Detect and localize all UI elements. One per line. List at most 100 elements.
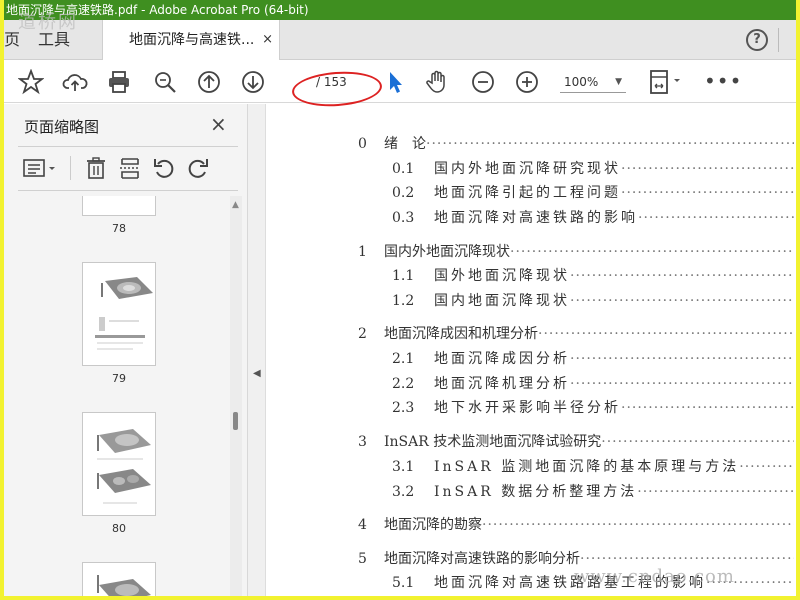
zoom-in-icon[interactable] [514, 69, 540, 95]
close-sidebar-icon[interactable]: × [210, 112, 227, 136]
toc-entry-number: 1 [358, 244, 367, 260]
options-menu-icon[interactable] [22, 156, 62, 180]
toc-entry[interactable]: 2.1 地面沉降成因分析·····························… [392, 349, 794, 369]
close-tab-icon[interactable]: × [262, 20, 273, 60]
toc-entry-number: 3 [358, 434, 367, 450]
zoom-select[interactable]: 100% ▼ [560, 71, 626, 93]
toc-entry-number: 1.1 [392, 268, 415, 284]
more-tools-icon[interactable]: ••• [704, 69, 742, 93]
toc-entry-title: 国内外地面沉降研究现状 [434, 161, 621, 177]
toolbar: / 153 100% ▼ ••• [4, 61, 796, 103]
toc-entry[interactable]: 4 地面沉降的勘察································… [358, 515, 794, 535]
chevron-down-icon: ▼ [615, 77, 622, 87]
toc-leader-dots: ········································… [621, 400, 794, 416]
toc-entry-title: 地面沉降机理分析 [434, 376, 570, 392]
zoom-search-icon[interactable] [152, 69, 178, 95]
toc-entry-number: 0.1 [392, 161, 415, 177]
toc-entry-title: 地面沉降对高速铁路的影响 [434, 210, 638, 226]
toc-entry[interactable]: 1.2 国内地面沉降现状·····························… [392, 291, 794, 311]
fit-page-icon[interactable] [648, 69, 688, 95]
toc-entry[interactable]: 2 地面沉降成因和机理分析····························… [358, 324, 794, 344]
toc-entry[interactable]: 3 InSAR 技术监测地面沉降试验研究·····················… [358, 432, 794, 452]
toc-entry-title: 地面沉降引起的工程问题 [434, 185, 621, 201]
print-icon[interactable] [106, 69, 132, 95]
rotate-left-icon[interactable] [152, 156, 176, 180]
help-button[interactable]: ? [746, 29, 768, 51]
toc-entry-number: 0.3 [392, 210, 415, 226]
toc-leader-dots: ········································… [510, 244, 794, 260]
scroll-up-icon[interactable]: ▲ [232, 200, 239, 210]
toc-entry-title: InSAR 数据分析整理方法 [434, 484, 638, 500]
window-title-bar: 地面沉降与高速铁路.pdf - Adobe Acrobat Pro (64-bi… [4, 0, 796, 20]
toc-leader-dots: ········································… [538, 326, 794, 342]
toc-entry-title: 地面沉降对高速铁路的影响分析 [384, 551, 580, 567]
toc-leader-dots: ········································… [570, 268, 794, 284]
tab-document-label: 地面沉降与高速铁... [129, 32, 255, 48]
extract-page-icon[interactable] [118, 156, 142, 180]
toc-entry[interactable]: 2.3 地下水开采影响半径分析··························… [392, 398, 794, 418]
page-thumbnail-78[interactable] [82, 196, 156, 216]
toc-leader-dots: ········································… [570, 293, 794, 309]
toc-leader-dots: ········································… [601, 434, 794, 450]
thumbnail-label: 80 [112, 522, 126, 535]
toc-entry[interactable]: 0.3 地面沉降对高速铁路的影响·························… [392, 208, 794, 228]
toc-entry-title: InSAR 监测地面沉降的基本原理与方法 [434, 459, 740, 475]
toc-entry-number: 5 [358, 551, 367, 567]
rotate-right-icon[interactable] [186, 156, 210, 180]
toc-entry-title: 国内地面沉降现状 [434, 293, 570, 309]
zoom-out-icon[interactable] [470, 69, 496, 95]
toc-entry-number: 0 [358, 136, 367, 152]
toc-leader-dots: ········································… [570, 376, 794, 392]
divider [70, 156, 71, 180]
star-icon[interactable] [17, 68, 45, 95]
toc-entry[interactable]: 2.2 地面沉降机理分析·····························… [392, 374, 794, 394]
zoom-value: 100% [564, 75, 599, 89]
toc-entry-number: 5.1 [392, 575, 415, 591]
toc-entry[interactable]: 0 绪 论····································… [358, 134, 794, 154]
sidebar-splitter[interactable]: ◀ [248, 104, 266, 596]
thumbnail-scrollbar[interactable]: ▲ [230, 196, 242, 596]
watermark: 道桥网 [18, 12, 78, 33]
collapse-sidebar-icon[interactable]: ◀ [253, 368, 261, 379]
toc-entry-number: 3.1 [392, 459, 415, 475]
toc-leader-dots: ········································… [621, 161, 794, 177]
thumbnail-label: 78 [112, 222, 126, 235]
page-thumbnail-79[interactable] [82, 262, 156, 366]
toc-entry[interactable]: 0.1 国内外地面沉降研究现状··························… [392, 159, 794, 179]
divider [18, 146, 238, 147]
thumbnail-sidebar: 页面缩略图 × 78 79 80 ▲ [4, 104, 248, 596]
toc-entry[interactable]: 1.1 国外地面沉降现状·····························… [392, 266, 794, 286]
toc-entry[interactable]: 0.2 地面沉降引起的工程问题··························… [392, 183, 794, 203]
thumbnail-label: 79 [112, 372, 126, 385]
divider [18, 190, 238, 191]
toc-entry[interactable]: 1 国内外地面沉降现状······························… [358, 242, 794, 262]
thumbnail-list: 78 79 80 [4, 196, 230, 596]
acrobat-window: 地面沉降与高速铁路.pdf - Adobe Acrobat Pro (64-bi… [4, 0, 796, 596]
scrollbar-thumb[interactable] [233, 412, 238, 430]
toc-leader-dots: ········································… [637, 484, 794, 500]
cloud-upload-icon[interactable] [62, 69, 88, 95]
toc-entry-title: 国外地面沉降现状 [434, 268, 570, 284]
page-up-icon[interactable] [196, 69, 222, 95]
toc-leader-dots: ········································… [621, 185, 794, 201]
toc-entry-number: 2.2 [392, 376, 415, 392]
toc-entry-number: 2.1 [392, 351, 415, 367]
toc-entry-number: 3.2 [392, 484, 415, 500]
thumbnail-toolbar [18, 154, 238, 184]
toc-entry[interactable]: 3.1 InSAR 监测地面沉降的基本原理与方法·················… [392, 457, 794, 477]
page-thumbnail-80[interactable] [82, 412, 156, 516]
divider [778, 28, 779, 52]
tab-document[interactable]: 地面沉降与高速铁... × [102, 20, 280, 60]
toc-entry-number: 1.2 [392, 293, 415, 309]
select-cursor-icon[interactable] [382, 69, 408, 95]
hand-icon[interactable] [424, 69, 450, 95]
delete-page-icon[interactable] [84, 156, 108, 180]
toc-entry-title: 绪 论 [384, 136, 426, 152]
toc-entry-title: 地下水开采影响半径分析 [434, 400, 621, 416]
toc-leader-dots: ········································… [739, 459, 794, 475]
tab-bar: 页 工具 地面沉降与高速铁... × ? [4, 20, 796, 60]
toc-entry[interactable]: 3.2 InSAR 数据分析整理方法·······················… [392, 482, 794, 502]
toc-leader-dots: ········································… [570, 351, 794, 367]
page-thumbnail-81[interactable] [82, 562, 156, 596]
page-down-icon[interactable] [240, 69, 266, 95]
